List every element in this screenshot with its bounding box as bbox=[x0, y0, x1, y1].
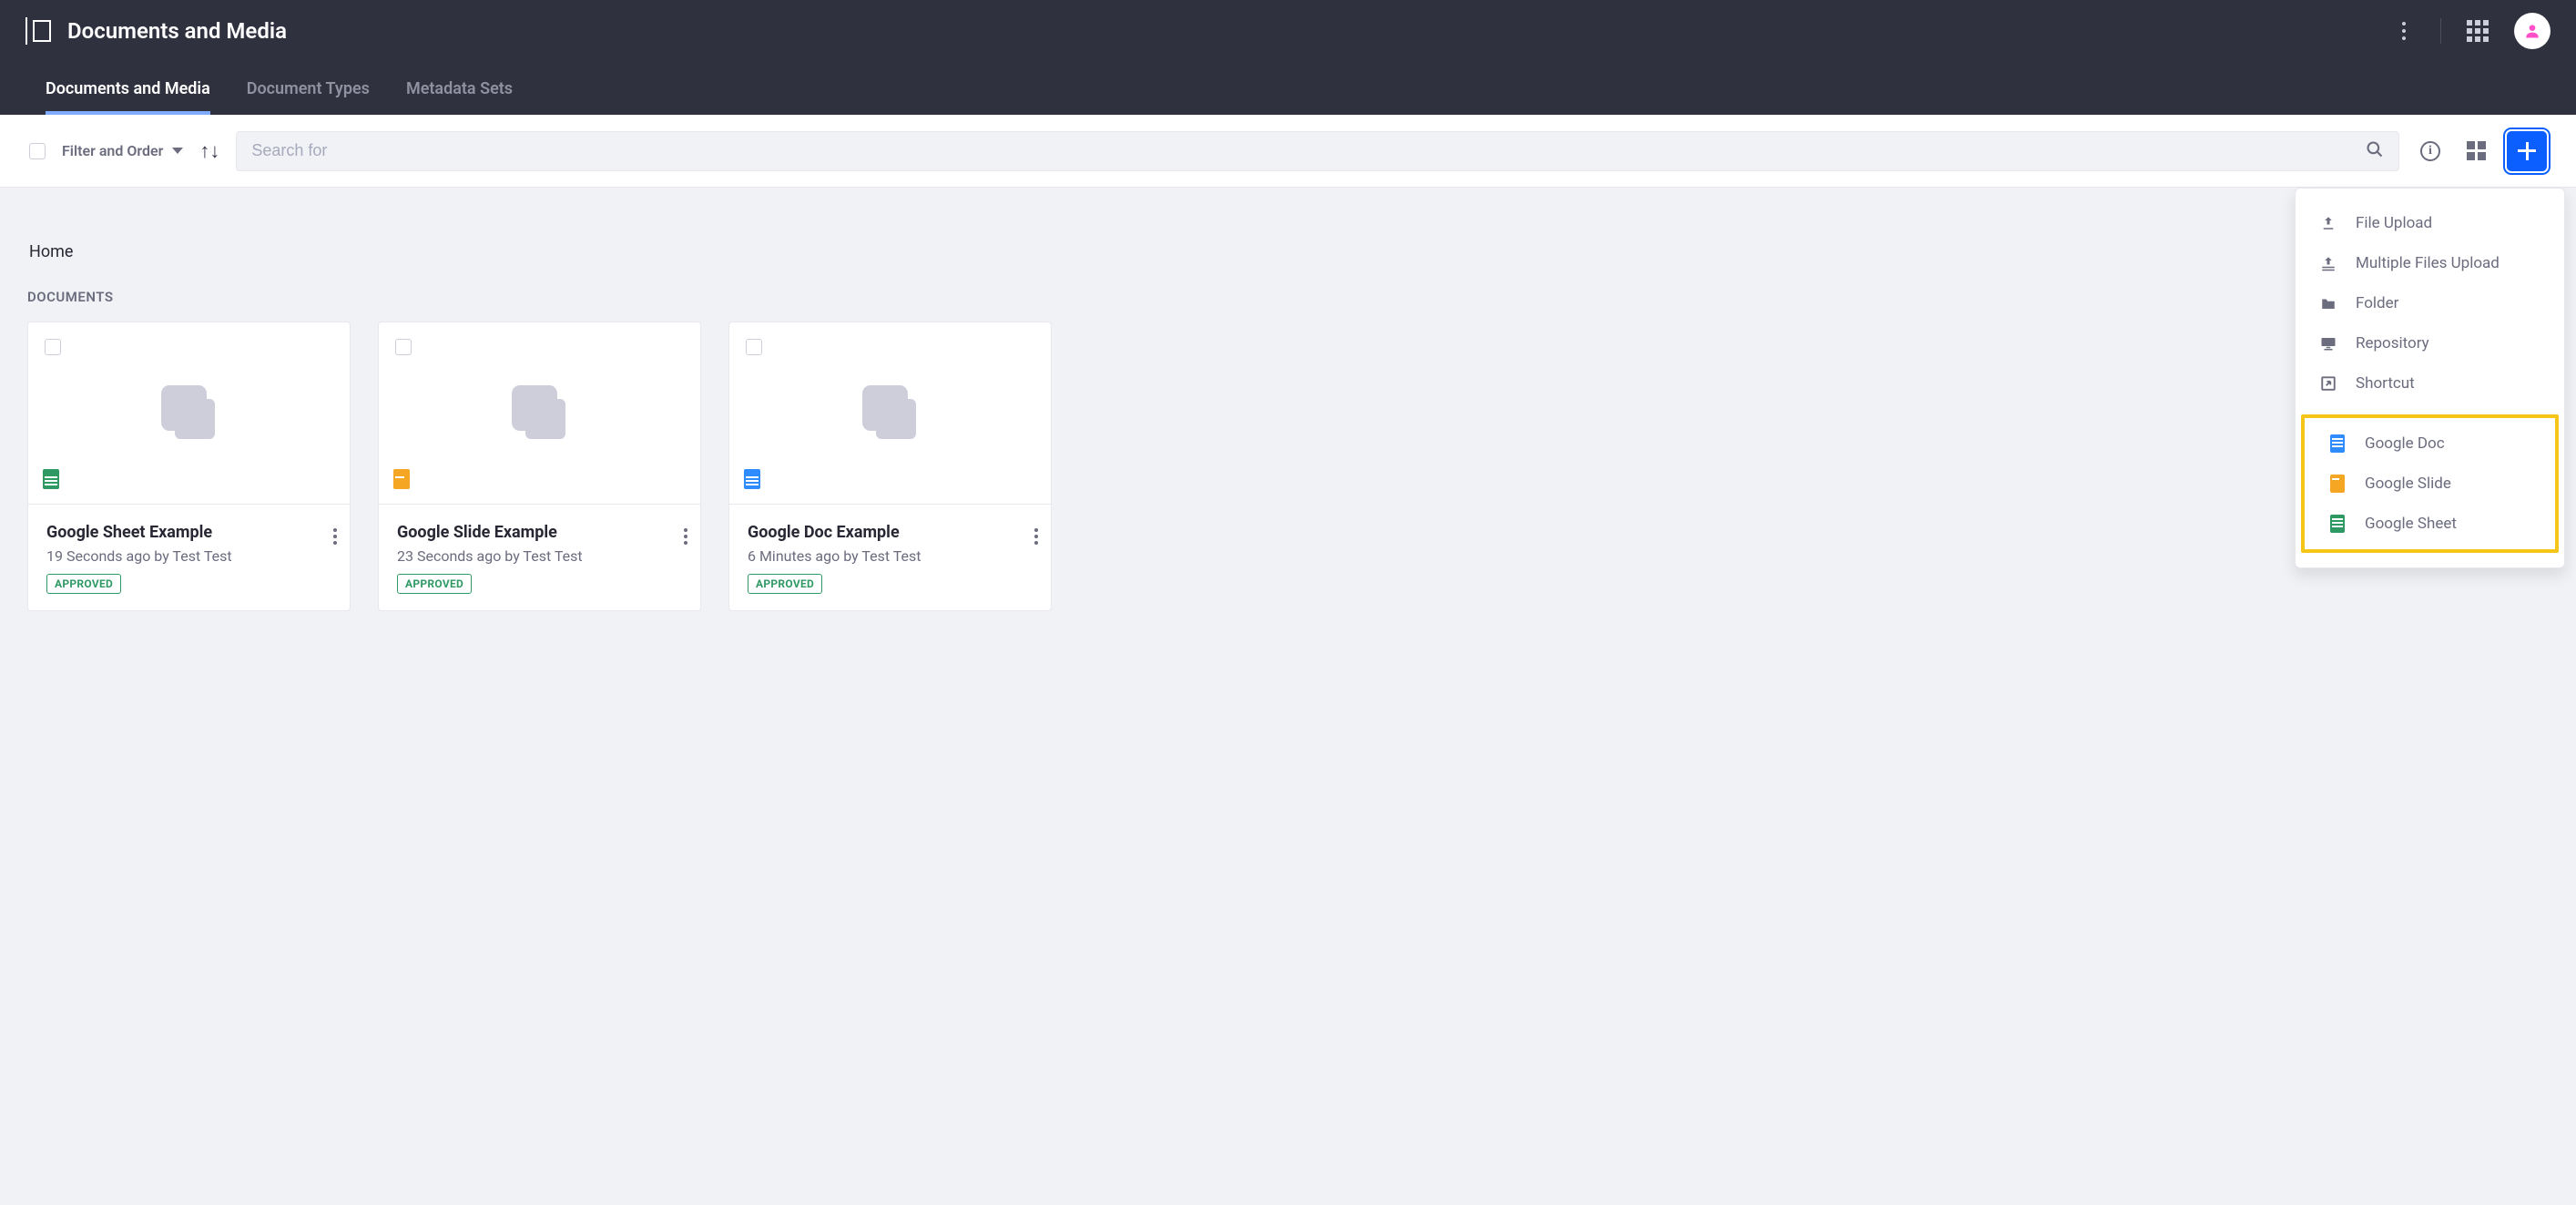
tab-documents-and-media[interactable]: Documents and Media bbox=[46, 62, 210, 115]
section-label: Documents bbox=[27, 289, 2549, 305]
status-badge: APPROVED bbox=[46, 574, 121, 594]
menu-item-repository[interactable]: Repository bbox=[2296, 323, 2564, 363]
document-cards-grid: Google Sheet Example 19 Seconds ago by T… bbox=[27, 322, 2549, 611]
card-checkbox[interactable] bbox=[45, 339, 61, 355]
menu-label: Multiple Files Upload bbox=[2356, 254, 2500, 272]
app-icon bbox=[25, 17, 51, 45]
add-dropdown-menu: File Upload Multiple Files Upload Folder… bbox=[2295, 188, 2565, 568]
apps-grid-icon[interactable] bbox=[2463, 16, 2492, 46]
tab-label: Documents and Media bbox=[46, 79, 210, 98]
document-card[interactable]: Google Sheet Example 19 Seconds ago by T… bbox=[27, 322, 351, 611]
toolbar: Filter and Order ↑↓ i bbox=[0, 115, 2576, 188]
info-icon[interactable]: i bbox=[2416, 137, 2445, 166]
card-title: Google Slide Example bbox=[397, 523, 682, 542]
divider bbox=[2440, 18, 2441, 44]
folder-icon bbox=[2319, 296, 2337, 311]
file-type-doc-icon bbox=[744, 469, 760, 489]
card-thumbnail-area bbox=[28, 322, 350, 505]
tab-bar: Documents and Media Document Types Metad… bbox=[0, 62, 2576, 115]
card-thumbnail-area bbox=[729, 322, 1051, 505]
document-card[interactable]: Google Slide Example 23 Seconds ago by T… bbox=[378, 322, 701, 611]
card-subtitle: 23 Seconds ago by Test Test bbox=[397, 547, 682, 565]
multi-upload-icon bbox=[2319, 255, 2337, 271]
card-checkbox[interactable] bbox=[395, 339, 412, 355]
filter-and-order-dropdown[interactable]: Filter and Order bbox=[62, 142, 183, 159]
menu-item-folder[interactable]: Folder bbox=[2296, 283, 2564, 323]
shortcut-icon bbox=[2319, 375, 2337, 392]
search-icon[interactable] bbox=[2366, 140, 2384, 162]
card-subtitle: 6 Minutes ago by Test Test bbox=[748, 547, 1033, 565]
kebab-menu-icon[interactable] bbox=[2389, 16, 2418, 46]
add-button[interactable] bbox=[2507, 131, 2547, 171]
menu-item-file-upload[interactable]: File Upload bbox=[2296, 203, 2564, 243]
card-actions-icon[interactable] bbox=[684, 528, 687, 545]
select-all-checkbox[interactable] bbox=[29, 143, 46, 159]
card-title: Google Sheet Example bbox=[46, 523, 331, 542]
menu-label: File Upload bbox=[2356, 214, 2432, 232]
view-toggle-icon[interactable] bbox=[2461, 137, 2490, 166]
menu-label: Repository bbox=[2356, 334, 2429, 352]
search-box bbox=[236, 131, 2399, 171]
tab-label: Metadata Sets bbox=[406, 79, 513, 98]
menu-item-google-sheet[interactable]: Google Sheet bbox=[2305, 504, 2555, 544]
menu-label: Shortcut bbox=[2356, 374, 2415, 393]
upload-icon bbox=[2319, 215, 2337, 231]
card-subtitle: 19 Seconds ago by Test Test bbox=[46, 547, 331, 565]
menu-item-multiple-files-upload[interactable]: Multiple Files Upload bbox=[2296, 243, 2564, 283]
menu-item-shortcut[interactable]: Shortcut bbox=[2296, 363, 2564, 403]
menu-item-google-doc[interactable]: Google Doc bbox=[2305, 424, 2555, 464]
user-avatar[interactable] bbox=[2514, 13, 2551, 49]
google-doc-icon bbox=[2328, 434, 2347, 453]
document-thumbnail-icon bbox=[854, 377, 927, 450]
card-actions-icon[interactable] bbox=[333, 528, 337, 545]
page-title: Documents and Media bbox=[67, 18, 287, 44]
search-input[interactable] bbox=[251, 141, 2366, 160]
card-title: Google Doc Example bbox=[748, 523, 1033, 542]
menu-label: Google Sheet bbox=[2365, 515, 2457, 533]
breadcrumb-home: Home bbox=[29, 242, 73, 261]
google-slide-icon bbox=[2328, 475, 2347, 493]
topbar: Documents and Media bbox=[0, 0, 2576, 62]
menu-item-google-slide[interactable]: Google Slide bbox=[2305, 464, 2555, 504]
card-actions-icon[interactable] bbox=[1034, 528, 1038, 545]
status-badge: APPROVED bbox=[397, 574, 472, 594]
google-sheet-icon bbox=[2328, 515, 2347, 533]
card-thumbnail-area bbox=[379, 322, 700, 505]
breadcrumb[interactable]: Home bbox=[27, 215, 2549, 289]
filter-label: Filter and Order bbox=[62, 142, 163, 159]
file-type-slide-icon bbox=[393, 469, 410, 489]
tab-metadata-sets[interactable]: Metadata Sets bbox=[406, 62, 513, 115]
content-area: File Upload Multiple Files Upload Folder… bbox=[0, 188, 2576, 638]
caret-down-icon bbox=[172, 148, 183, 154]
document-card[interactable]: Google Doc Example 6 Minutes ago by Test… bbox=[728, 322, 1052, 611]
menu-label: Google Doc bbox=[2365, 434, 2445, 453]
card-checkbox[interactable] bbox=[746, 339, 762, 355]
document-thumbnail-icon bbox=[153, 377, 226, 450]
sort-direction-icon[interactable]: ↑↓ bbox=[199, 139, 219, 163]
menu-label: Folder bbox=[2356, 294, 2398, 312]
repository-icon bbox=[2319, 336, 2337, 351]
file-type-sheet-icon bbox=[43, 469, 59, 489]
google-items-highlight: Google Doc Google Slide Google Sheet bbox=[2301, 414, 2559, 553]
document-thumbnail-icon bbox=[504, 377, 576, 450]
tab-document-types[interactable]: Document Types bbox=[247, 62, 370, 115]
menu-label: Google Slide bbox=[2365, 475, 2451, 493]
tab-label: Document Types bbox=[247, 79, 370, 98]
status-badge: APPROVED bbox=[748, 574, 822, 594]
